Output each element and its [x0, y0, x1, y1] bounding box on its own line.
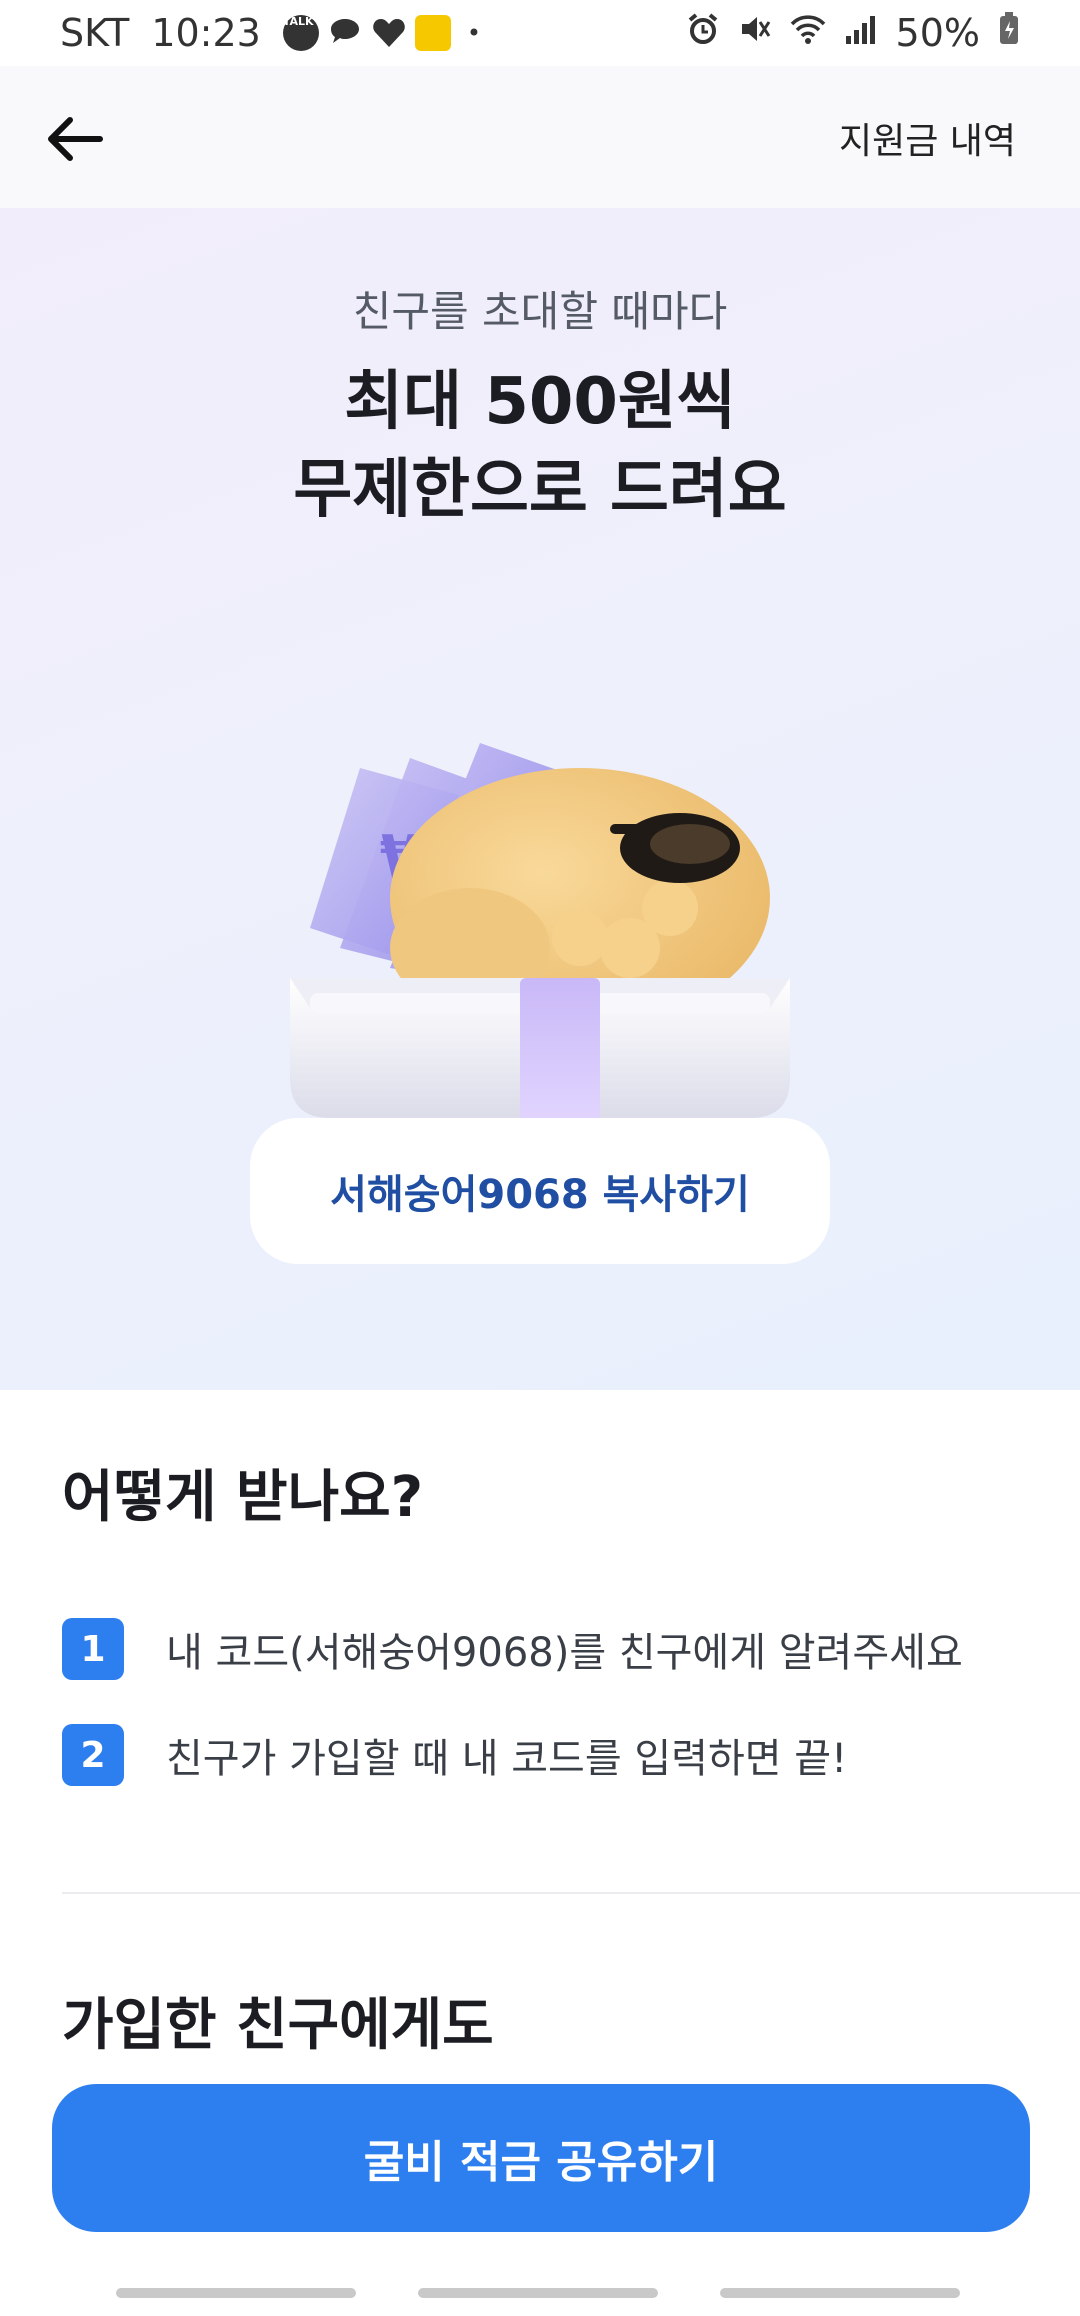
hero-headline: 최대 500원씩 무제한으로 드려요: [0, 358, 1080, 534]
kakaotalk-icon: TALK: [282, 15, 319, 51]
nav-bar-home[interactable]: [418, 2288, 658, 2298]
top-app-bar: 지원금 내역: [0, 66, 1080, 208]
headline-line-2: 무제한으로 드려요: [293, 453, 787, 527]
more-dot-icon: •: [466, 19, 481, 47]
hero-section: 친구를 초대할 때마다 최대 500원씩 무제한으로 드려요 ₩ ₩: [0, 208, 1080, 1390]
nav-bar-back[interactable]: [720, 2288, 960, 2298]
headline-line-1: 최대 500원씩: [344, 365, 736, 439]
step-text: 내 코드(서해숭어9068)를 친구에게 알려주세요: [166, 1630, 963, 1676]
share-savings-button[interactable]: 굴비 적금 공유하기: [52, 2084, 1030, 2232]
mute-icon: [738, 11, 772, 55]
app-notification-icon: [414, 15, 451, 51]
heart-icon: [371, 15, 407, 51]
step-item: 2 친구가 가입할 때 내 코드를 입력하면 끝!: [62, 1724, 847, 1786]
carrier-label: SKT: [60, 11, 130, 55]
notification-icons: TALK •: [282, 15, 481, 51]
step-number-badge: 1: [62, 1618, 124, 1680]
step-number-badge: 2: [62, 1724, 124, 1786]
chat-bubble-icon: [327, 15, 363, 51]
section-title-friends: 가입한 친구에게도: [62, 1993, 494, 2058]
clock: 10:23: [151, 11, 261, 55]
copy-code-button[interactable]: 서해숭어9068 복사하기: [250, 1118, 830, 1264]
howto-title: 어떻게 받나요?: [62, 1465, 424, 1530]
arrow-left-icon: [48, 117, 103, 161]
section-divider: [62, 1892, 1080, 1894]
support-history-link[interactable]: 지원금 내역: [839, 112, 1016, 164]
step-text: 친구가 가입할 때 내 코드를 입력하면 끝!: [166, 1736, 848, 1782]
alarm-icon: [686, 11, 720, 55]
step-item: 1 내 코드(서해숭어9068)를 친구에게 알려주세요: [62, 1618, 963, 1680]
battery-level: 50%: [895, 11, 980, 55]
status-bar: SKT 10:23 TALK • 50%: [0, 0, 1080, 66]
signal-icon: [844, 11, 878, 55]
back-button[interactable]: [40, 104, 110, 174]
hero-subtitle: 친구를 초대할 때마다: [352, 287, 728, 336]
wifi-icon: [790, 11, 826, 55]
nav-bar-recents[interactable]: [116, 2288, 356, 2298]
battery-icon: [998, 11, 1020, 55]
tray-box-icon: [290, 978, 790, 1128]
